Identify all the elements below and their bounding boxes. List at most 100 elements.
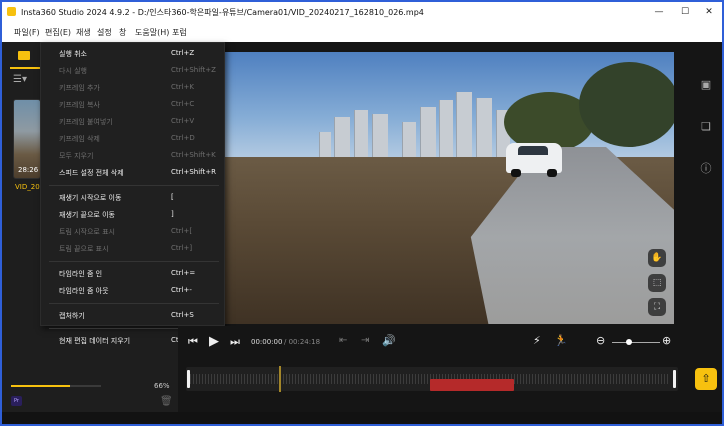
mark-in-icon[interactable]: ⇤	[339, 335, 347, 346]
zoom-in-icon[interactable]: ⊕	[662, 334, 671, 347]
menu-separator	[49, 261, 219, 262]
menu-file[interactable]: 파일(F)	[14, 27, 40, 38]
trim-start-handle[interactable]	[187, 370, 190, 388]
menu-item-label: 캡처하기	[59, 312, 85, 320]
speed-icon[interactable]: ⚡	[533, 334, 541, 347]
export-progress-fill	[11, 385, 71, 387]
info-icon[interactable]: ⓘ	[699, 162, 713, 176]
menu-bar: 파일(F) 편집(E) 재생 설정 창 도움말(H) 포럼	[2, 22, 722, 42]
skip-back-icon[interactable]: ⏮	[188, 335, 198, 349]
menu-item[interactable]: 실행 취소 Ctrl+Z	[41, 46, 226, 60]
auto-edit-icon[interactable]: 🏃	[554, 334, 568, 347]
menu-item-shortcut: [	[171, 193, 174, 201]
menu-item-shortcut: Ctrl+D	[171, 134, 195, 142]
menu-item-label: 트림 끝으로 표시	[59, 245, 109, 253]
building	[402, 122, 416, 162]
export-button[interactable]: ⇧	[695, 368, 717, 390]
menu-item[interactable]: 재생기 끝으로 이동]	[41, 207, 226, 221]
skip-forward-icon[interactable]: ⏭	[230, 335, 240, 349]
crop-view-icon[interactable]: ⬚	[648, 274, 666, 292]
export-progress-label: 66%	[154, 382, 170, 390]
menu-item-label: 키프레임 삭제	[59, 135, 100, 143]
menu-edit[interactable]: 편집(E)	[45, 27, 71, 38]
building	[354, 110, 368, 162]
menu-item-label: 타임라인 줌 아웃	[59, 287, 109, 295]
menu-item[interactable]: 트림 시작으로 표시 Ctrl+[	[41, 224, 226, 238]
mark-out-icon[interactable]: ⇥	[361, 335, 369, 346]
fullscreen-icon[interactable]: ⛶	[648, 298, 666, 316]
title-bar: Insta360 Studio 2024 4.9.2 - D:/인스타360-학…	[2, 2, 722, 22]
trash-icon[interactable]: 🗑	[160, 396, 173, 407]
menu-forum[interactable]: 포럼	[172, 27, 187, 38]
menu-item[interactable]: 캡처하기 Ctrl+S	[41, 308, 226, 322]
premiere-badge-icon: Pr	[11, 396, 22, 406]
menu-item-shortcut: Ctrl+V	[171, 117, 195, 125]
window-title: Insta360 Studio 2024 4.9.2 - D:/인스타360-학…	[21, 8, 424, 17]
menu-item-label: 다시 실행	[59, 67, 87, 75]
menu-settings[interactable]: 설정	[97, 27, 112, 38]
menu-separator	[49, 185, 219, 186]
minimize-button[interactable]: —	[652, 5, 666, 19]
reset-view-icon[interactable]: ✋	[648, 249, 666, 267]
menu-item[interactable]: 키프레임 붙여넣기 Ctrl+V	[41, 114, 226, 128]
menu-item[interactable]: 타임라인 줌 인 Ctrl+=	[41, 266, 226, 280]
building	[420, 107, 436, 162]
building	[456, 92, 472, 162]
menu-item-shortcut: ]	[171, 210, 174, 218]
menu-item[interactable]: 키프레임 삭제 Ctrl+D	[41, 131, 226, 145]
maximize-button[interactable]: ☐	[678, 5, 692, 19]
export-icon: ⇧	[701, 372, 711, 385]
menu-item-label: 현재 편집 데이터 지우기	[59, 337, 131, 345]
play-icon[interactable]: ▶	[209, 334, 219, 349]
trim-end-handle[interactable]	[673, 370, 676, 388]
menu-item[interactable]: 타임라인 줌 아웃 Ctrl+-	[41, 283, 226, 297]
menu-item-shortcut: Ctrl+=	[171, 269, 196, 277]
app-logo-icon	[7, 7, 16, 16]
zoom-slider-handle[interactable]	[625, 339, 632, 345]
menu-item-shortcut: Ctrl+K	[171, 83, 194, 91]
current-time: 00:00:00	[251, 338, 283, 346]
close-button[interactable]: ✕	[702, 5, 716, 19]
status-strip	[2, 412, 722, 424]
thumbnail-duration: 28:26	[18, 166, 39, 174]
menu-separator	[49, 303, 219, 304]
zoom-slider-track[interactable]	[612, 342, 660, 343]
menu-item-shortcut: Ctrl+]	[171, 244, 193, 252]
menu-item-label: 스피드 설정 전체 삭제	[59, 169, 124, 177]
menu-item[interactable]: 다시 실행 Ctrl+Shift+Z	[41, 63, 226, 77]
menu-help[interactable]: 도움말(H)	[135, 27, 169, 38]
menu-item-shortcut: Ctrl+Shift+R	[171, 168, 216, 176]
video-preview[interactable]: ✋ ⬚ ⛶	[224, 52, 674, 324]
export-video-icon[interactable]: ▣	[699, 78, 713, 92]
app-window: Insta360 Studio 2024 4.9.2 - D:/인스타360-학…	[0, 0, 724, 426]
menu-item[interactable]: 키프레임 추가 Ctrl+K	[41, 80, 226, 94]
menu-item[interactable]: 키프레임 복사 Ctrl+C	[41, 97, 226, 111]
menu-item-shortcut: Ctrl+C	[171, 100, 195, 108]
zoom-out-icon[interactable]: ⊖	[596, 334, 605, 347]
menu-item-label: 키프레임 추가	[59, 84, 100, 92]
menu-item-shortcut: Ctrl+Z	[171, 49, 195, 57]
menu-item-label: 키프레임 붙여넣기	[59, 118, 113, 126]
menu-item-label: 타임라인 줌 인	[59, 270, 103, 278]
menu-item-label: 트림 시작으로 표시	[59, 228, 115, 236]
menu-item[interactable]: 재생기 시작으로 이동 [	[41, 190, 226, 204]
menu-item-label: 모두 지우기	[59, 152, 94, 160]
menu-item[interactable]: 스피드 설정 전체 삭제 Ctrl+Shift+R	[41, 165, 226, 179]
playback-bar: ⏮ ▶ ⏭ 00:00:00 / 00:24:18 ⇤ ⇥ 🔊 ⚡ 🏃 ⊖ ⊕	[178, 326, 722, 358]
menu-play[interactable]: 재생	[76, 27, 91, 38]
menu-window[interactable]: 창	[119, 27, 126, 38]
white-car	[506, 143, 562, 177]
volume-icon[interactable]: 🔊	[382, 334, 396, 347]
total-time: / 00:24:18	[284, 338, 321, 346]
menu-item[interactable]: 트림 끝으로 표시 Ctrl+]	[41, 241, 226, 255]
playhead[interactable]	[279, 366, 281, 392]
menu-item-label: 재생기 시작으로 이동	[59, 194, 122, 202]
layers-icon[interactable]: ❏	[699, 120, 713, 134]
car-window	[518, 146, 548, 155]
menu-item-shortcut: Ctrl+Shift+K	[171, 151, 216, 159]
sort-filter-icon[interactable]: ☰▾	[13, 74, 27, 85]
menu-item[interactable]: 모두 지우기 Ctrl+Shift+K	[41, 148, 226, 162]
speed-segment[interactable]	[430, 379, 514, 391]
menu-item-shortcut: Ctrl+S	[171, 311, 194, 319]
car-wheel	[511, 169, 521, 177]
